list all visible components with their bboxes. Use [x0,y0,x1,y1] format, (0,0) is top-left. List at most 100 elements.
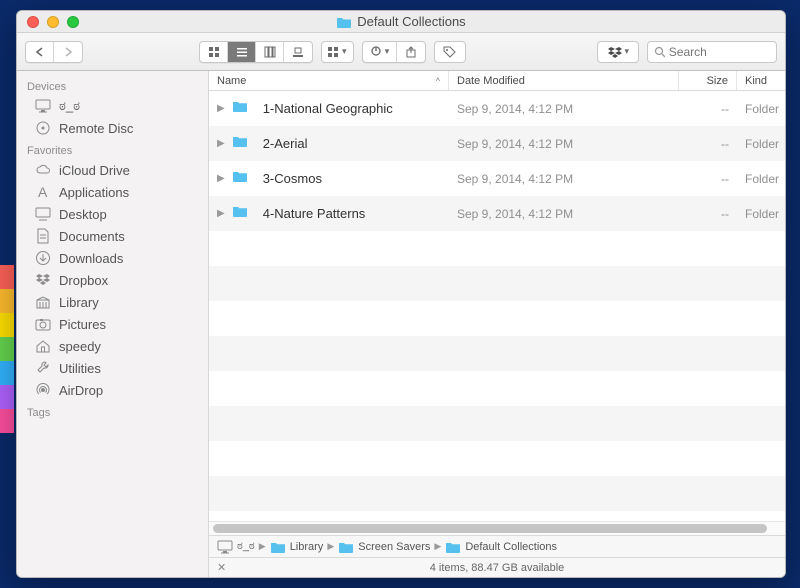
view-columns-button[interactable] [256,42,284,62]
sidebar-item-airdrop[interactable]: AirDrop [17,379,208,401]
zoom-button[interactable] [67,16,79,28]
column-size-header[interactable]: Size [679,71,737,90]
disclosure-triangle-icon[interactable]: ▶ [217,208,225,219]
breadcrumb-label: Library [290,541,324,553]
view-icon-button[interactable] [200,42,228,62]
column-date-header[interactable]: Date Modified [449,71,679,90]
dropbox-toolbar-button[interactable]: ▾ [597,41,639,63]
breadcrumb-label: Screen Savers [358,541,430,553]
sidebar-item-speedy[interactable]: speedy [17,335,208,357]
sidebar-item-documents[interactable]: Documents [17,225,208,247]
breadcrumb-item[interactable]: Screen Savers [338,541,430,553]
content-area: Name ^ Date Modified Size Kind ▶ 1-Natio… [209,71,785,577]
empty-row [209,336,785,371]
column-header: Name ^ Date Modified Size Kind [209,71,785,91]
file-row[interactable]: ▶ 4-Nature Patterns Sep 9, 2014, 4:12 PM… [209,196,785,231]
desktop-accent [0,313,14,337]
sidebar-item-label: Pictures [59,317,106,332]
file-kind: Folder [737,137,785,151]
file-size: -- [679,137,737,151]
file-list: ▶ 1-National Geographic Sep 9, 2014, 4:1… [209,91,785,521]
column-date-label: Date Modified [457,75,525,87]
file-name: 1-National Geographic [263,101,393,116]
folder-icon [338,541,354,553]
path-bar: ಠ_ಠ▶Library▶Screen Savers▶Default Collec… [209,535,785,557]
column-name-header[interactable]: Name ^ [209,71,449,90]
sidebar-item-library[interactable]: Library [17,291,208,313]
sidebar-item-downloads[interactable]: Downloads [17,247,208,269]
folder-icon [336,16,352,28]
back-button[interactable] [26,42,54,62]
sidebar-item-label: Utilities [59,361,101,376]
chevron-down-icon: ▾ [625,46,630,57]
disclosure-triangle-icon[interactable]: ▶ [217,138,225,149]
folder-icon [270,541,286,553]
forward-button[interactable] [54,42,82,62]
status-bar: ✕ 4 items, 88.47 GB available [209,557,785,577]
sidebar-item--[interactable]: ಠ_ಠ [17,95,208,117]
finder-window: Default Collections ▾ ▾ [16,10,786,578]
sidebar-item-desktop[interactable]: Desktop [17,203,208,225]
arrange-button[interactable]: ▾ [321,41,354,63]
disc-icon [35,120,51,136]
airdrop-icon [35,382,51,398]
share-button[interactable] [397,42,425,62]
breadcrumb-separator-icon: ▶ [434,541,441,552]
column-kind-header[interactable]: Kind [737,71,785,90]
search-field[interactable] [647,41,777,63]
file-row[interactable]: ▶ 2-Aerial Sep 9, 2014, 4:12 PM -- Folde… [209,126,785,161]
file-kind: Folder [737,207,785,221]
breadcrumb-item[interactable]: Library [270,541,324,553]
chevron-down-icon: ▾ [385,46,390,57]
docs-icon [35,228,51,244]
sidebar-item-applications[interactable]: AApplications [17,181,208,203]
pictures-icon [35,316,51,332]
sidebar-item-icloud-drive[interactable]: iCloud Drive [17,159,208,181]
folder-icon [232,135,256,153]
desktop-accent [0,361,14,385]
close-button[interactable] [27,16,39,28]
empty-row [209,266,785,301]
library-icon [35,294,51,310]
sidebar-item-label: Documents [59,229,125,244]
search-icon [654,46,665,58]
file-name: 2-Aerial [263,136,308,151]
empty-row [209,371,785,406]
desktop-icon [35,206,51,222]
horizontal-scrollbar[interactable] [209,521,785,535]
titlebar: Default Collections [17,11,785,33]
file-name: 3-Cosmos [263,171,322,186]
sidebar-item-label: speedy [59,339,101,354]
breadcrumb-item[interactable]: ಠ_ಠ [217,540,255,554]
action-button[interactable]: ▾ [363,42,397,62]
view-list-button[interactable] [228,42,256,62]
file-row[interactable]: ▶ 1-National Geographic Sep 9, 2014, 4:1… [209,91,785,126]
disclosure-triangle-icon[interactable]: ▶ [217,173,225,184]
sidebar-item-label: ಠ_ಠ [59,98,80,114]
column-name-label: Name [217,75,246,87]
folder-icon [232,205,256,223]
file-size: -- [679,102,737,116]
sidebar-item-utilities[interactable]: Utilities [17,357,208,379]
status-text: 4 items, 88.47 GB available [430,562,565,574]
sidebar-item-pictures[interactable]: Pictures [17,313,208,335]
minimize-button[interactable] [47,16,59,28]
sidebar-item-remote-disc[interactable]: Remote Disc [17,117,208,139]
action-share-segment: ▾ [362,41,426,63]
desktop-accent [0,265,14,289]
view-coverflow-button[interactable] [284,42,312,62]
disclosure-triangle-icon[interactable]: ▶ [217,103,225,114]
scrollbar-thumb[interactable] [213,524,767,533]
breadcrumb-label: ಠ_ಠ [237,540,255,553]
file-size: -- [679,207,737,221]
desktop-accent [0,409,14,433]
sidebar-section-label: Devices [17,75,208,95]
search-input[interactable] [669,45,770,59]
tags-button[interactable] [434,41,466,63]
desktop-accent [0,385,14,409]
close-pathbar-button[interactable]: ✕ [217,561,226,574]
file-row[interactable]: ▶ 3-Cosmos Sep 9, 2014, 4:12 PM -- Folde… [209,161,785,196]
sidebar-item-dropbox[interactable]: Dropbox [17,269,208,291]
breadcrumb-item[interactable]: Default Collections [445,541,557,553]
breadcrumb-separator-icon: ▶ [259,541,266,552]
